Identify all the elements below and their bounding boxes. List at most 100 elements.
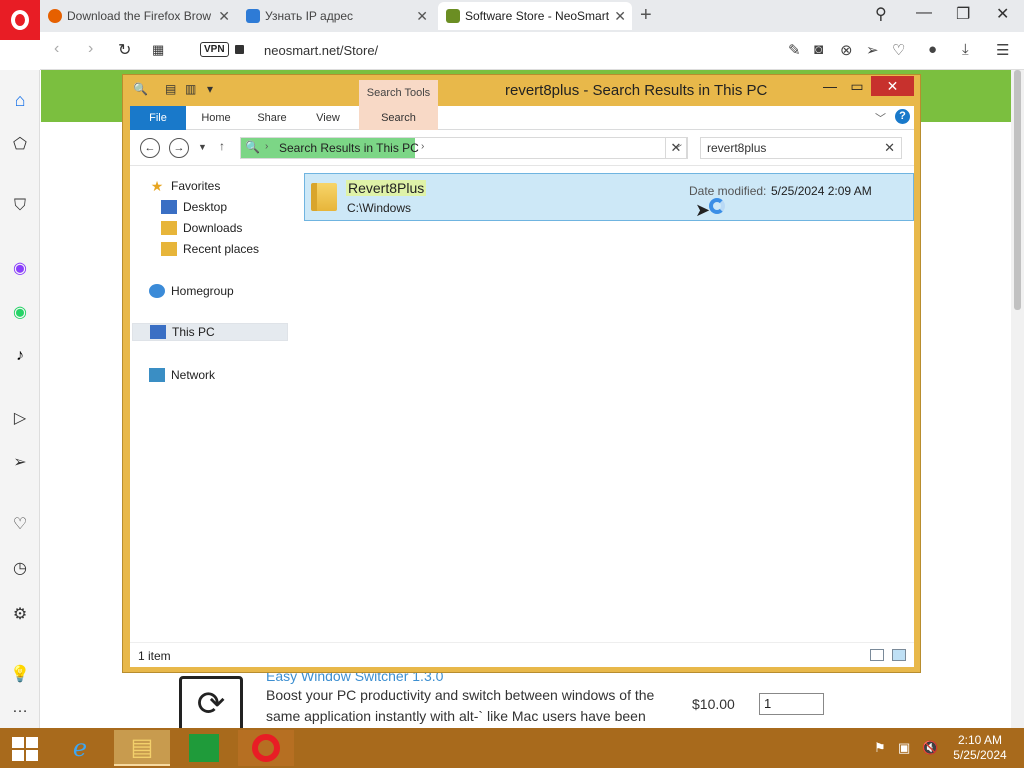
profile-icon[interactable]: ● xyxy=(928,41,937,58)
player-icon[interactable]: ▷ xyxy=(10,408,30,428)
neosmart-favicon-icon xyxy=(446,9,460,23)
stop-search-button[interactable]: ✕ xyxy=(665,137,687,159)
opera-taskbar-icon[interactable] xyxy=(238,730,294,766)
close-window-button[interactable]: ✕ xyxy=(996,4,1009,24)
search-location-icon: 🔍 xyxy=(245,140,260,154)
vpn-badge[interactable]: VPN xyxy=(200,42,229,57)
tab-home[interactable]: Home xyxy=(192,106,240,130)
address-breadcrumb[interactable]: 🔍 › Search Results in This PC › ﹀ xyxy=(240,137,688,159)
browser-search-icon[interactable]: ⚲ xyxy=(875,4,887,24)
explorer-minimize-button[interactable]: — xyxy=(817,78,843,98)
aria-icon[interactable]: ⬠ xyxy=(10,134,30,154)
explorer-close-button[interactable]: ✕ xyxy=(871,76,914,96)
page-scrollbar[interactable] xyxy=(1011,70,1024,728)
nav-favorites[interactable]: ★ Favorites xyxy=(149,177,221,195)
explorer-forward-button[interactable]: → xyxy=(169,138,189,158)
tab-share[interactable]: Share xyxy=(248,106,296,130)
clear-search-icon[interactable]: ✕ xyxy=(884,140,895,156)
home-icon[interactable]: ⌂ xyxy=(10,90,30,110)
breadcrumb-current[interactable]: Search Results in This PC xyxy=(279,141,419,155)
snapshot-icon[interactable]: ◙ xyxy=(814,41,823,58)
explorer-titlebar[interactable]: 🔍 ▤ ▥ ▾ Search Tools revert8plus - Searc… xyxy=(123,75,920,106)
minimize-button[interactable]: — xyxy=(916,4,932,22)
whatsapp-icon[interactable]: ◉ xyxy=(10,302,30,322)
start-button[interactable] xyxy=(12,737,38,761)
close-tab-icon[interactable]: ✕ xyxy=(614,8,626,25)
volume-muted-icon[interactable]: 🔇 xyxy=(922,740,938,756)
close-tab-icon[interactable]: ✕ xyxy=(218,8,230,25)
store-icon[interactable] xyxy=(176,730,232,766)
explorer-maximize-button[interactable]: ▭ xyxy=(844,78,870,98)
scroll-thumb[interactable] xyxy=(1014,70,1021,310)
nav-label: Recent places xyxy=(183,242,260,256)
product-price: $10.00 xyxy=(692,696,735,712)
new-folder-icon[interactable]: ▥ xyxy=(185,82,196,96)
nav-desktop[interactable]: Desktop xyxy=(161,198,227,216)
adblock-icon[interactable]: ⊗ xyxy=(840,41,853,59)
back-button[interactable]: ‹ xyxy=(54,40,59,58)
tab-search[interactable]: Search xyxy=(359,106,438,130)
quantity-input[interactable]: 1 xyxy=(759,693,824,715)
breadcrumb-chevron-icon[interactable]: › xyxy=(421,141,424,152)
tab-label: Download the Firefox Brow xyxy=(67,9,212,23)
tiktok-icon[interactable]: ♪ xyxy=(10,346,30,366)
forward-button[interactable]: › xyxy=(88,40,93,58)
browser-tab-firefox[interactable]: Download the Firefox Brow ✕ xyxy=(40,2,236,30)
result-name[interactable]: Revert8Plus xyxy=(346,180,427,196)
maximize-button[interactable]: ❐ xyxy=(956,4,970,24)
lightbulb-icon[interactable]: 💡 xyxy=(10,664,30,684)
properties-icon[interactable]: ▤ xyxy=(165,82,176,96)
easy-setup-icon[interactable]: ☰ xyxy=(996,41,1009,59)
nav-downloads[interactable]: Downloads xyxy=(161,219,242,237)
shopping-bag-icon[interactable]: ⛉ xyxy=(10,196,30,216)
favorites-heart-icon[interactable]: ♡ xyxy=(10,514,30,534)
url-field[interactable]: neosmart.net/Store/ xyxy=(264,43,378,58)
browser-tab-neosmart[interactable]: Software Store - NeoSmart ✕ xyxy=(438,2,632,30)
explorer-title: revert8plus - Search Results in This PC xyxy=(505,82,768,99)
tab-view[interactable]: View xyxy=(304,106,352,130)
reload-button[interactable]: ↻ xyxy=(118,40,131,60)
network-tray-icon[interactable]: ▣ xyxy=(898,740,910,756)
search-query[interactable]: revert8plus xyxy=(707,141,766,155)
explorer-back-button[interactable]: ← xyxy=(140,138,160,158)
edit-icon[interactable]: ✎ xyxy=(788,41,801,59)
search-result-item[interactable]: Revert8Plus C:\Windows Date modified: 5/… xyxy=(304,173,914,221)
heart-icon[interactable]: ♡ xyxy=(892,41,905,59)
settings-gear-icon[interactable]: ⚙ xyxy=(10,604,30,624)
up-button[interactable]: ↑ xyxy=(219,139,225,153)
large-icons-view-button[interactable] xyxy=(892,649,906,661)
nav-label: Network xyxy=(171,368,216,382)
nav-label: Homegroup xyxy=(171,284,234,298)
new-tab-button[interactable]: + xyxy=(640,4,652,27)
help-icon[interactable]: ? xyxy=(895,109,910,124)
desktop-icon xyxy=(161,200,177,214)
recent-locations-icon[interactable]: ▼ xyxy=(198,142,207,152)
file-explorer-taskbar-icon[interactable]: ▤ xyxy=(114,730,170,766)
messenger-icon[interactable]: ◉ xyxy=(10,258,30,278)
opera-menu-button[interactable] xyxy=(0,0,40,40)
more-icon[interactable]: … xyxy=(10,698,30,718)
browser-tab-ip[interactable]: Узнать IP адрес ✕ xyxy=(238,2,434,30)
nav-recent-places[interactable]: Recent places xyxy=(161,240,259,258)
close-tab-icon[interactable]: ✕ xyxy=(416,8,428,25)
firefox-favicon-icon xyxy=(48,9,62,23)
download-icon[interactable]: ⤓ xyxy=(962,41,969,58)
explorer-window: 🔍 ▤ ▥ ▾ Search Tools revert8plus - Searc… xyxy=(122,74,921,673)
send-icon[interactable]: ➢ xyxy=(866,41,879,59)
mouse-pointer-icon: ➤ xyxy=(695,200,711,220)
history-icon[interactable]: ◷ xyxy=(10,558,30,578)
details-view-button[interactable] xyxy=(870,649,884,661)
internet-explorer-icon[interactable]: ℯ xyxy=(52,730,108,766)
breadcrumb-chevron-icon[interactable]: › xyxy=(265,141,268,152)
action-center-flag-icon[interactable]: ⚑ xyxy=(874,740,886,756)
nav-network[interactable]: Network xyxy=(149,366,215,384)
ribbon-expand-icon[interactable]: ﹀ xyxy=(875,110,886,126)
nav-this-pc[interactable]: This PC xyxy=(132,323,288,341)
qat-dropdown-icon[interactable]: ▾ xyxy=(207,82,213,96)
clock[interactable]: 2:10 AM 5/25/2024 xyxy=(948,733,1012,763)
tab-overview-icon[interactable]: ▦ xyxy=(152,42,164,58)
nav-homegroup[interactable]: Homegroup xyxy=(149,282,234,300)
search-box[interactable]: revert8plus ✕ xyxy=(700,137,902,159)
tab-file[interactable]: File xyxy=(130,106,186,130)
send-sidebar-icon[interactable]: ➢ xyxy=(10,452,30,472)
